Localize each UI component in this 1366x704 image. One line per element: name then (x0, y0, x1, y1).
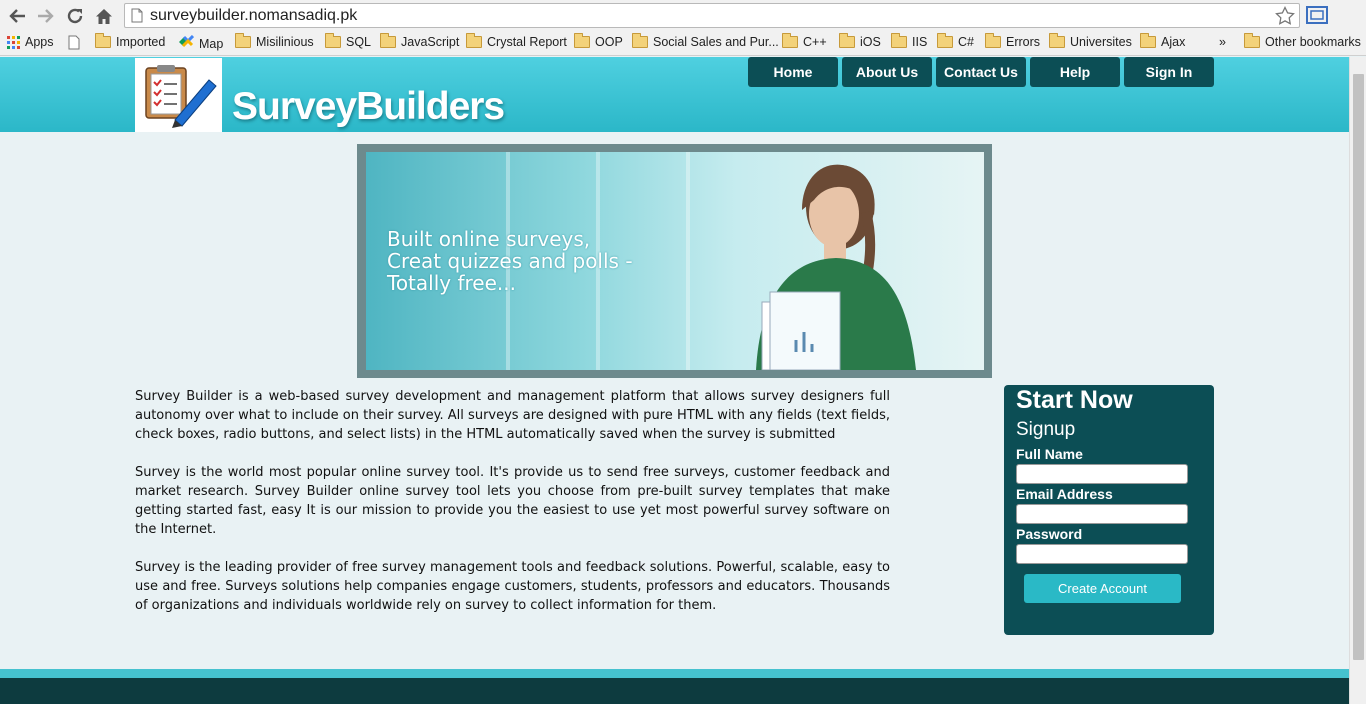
bookmark-crystal-report[interactable]: Crystal Report (465, 33, 567, 49)
bookmark-imported[interactable]: Imported (94, 33, 166, 49)
bookmark-label: Misilinious (256, 35, 314, 49)
folder-icon (379, 33, 396, 48)
website: SurveyBuilders Home About Us Contact Us … (0, 57, 1349, 704)
footer-accent (0, 669, 1349, 678)
folder-icon (936, 33, 953, 48)
bookmark-iis[interactable]: IIS (890, 33, 928, 49)
back-arrow-icon[interactable] (6, 5, 28, 27)
nav-help[interactable]: Help (1030, 57, 1120, 87)
intro-paragraph-1: Survey Builder is a web-based survey dev… (135, 389, 890, 442)
bookmarks-overflow-button[interactable]: » (1219, 35, 1226, 49)
bookmark-label: Errors (1006, 35, 1041, 49)
bookmark-csharp[interactable]: C# (936, 33, 974, 49)
email-label: Email Address (1016, 486, 1113, 502)
address-bar[interactable]: surveybuilder.nomansadiq.pk (124, 3, 1300, 28)
site-logo[interactable]: SurveyBuilders (232, 85, 505, 129)
hero-tagline: Built online surveys, Creat quizzes and … (387, 227, 633, 295)
bookmark-label: JavaScript (401, 35, 460, 49)
folder-icon (984, 33, 1001, 48)
folder-icon (838, 33, 855, 48)
folder-icon (324, 33, 341, 48)
hero-banner: Built online surveys, Creat quizzes and … (357, 144, 992, 378)
bookmark-label: SQL (346, 35, 372, 49)
bookmark-label: Apps (25, 35, 54, 49)
bookmark-label: Social Sales and Pur... (653, 35, 779, 49)
nav-about-us[interactable]: About Us (842, 57, 932, 87)
bookmark-label: Universites (1070, 35, 1132, 49)
bookmark-blank-page[interactable] (68, 35, 80, 53)
bookmark-sql[interactable]: SQL (324, 33, 372, 49)
nav-home[interactable]: Home (748, 57, 838, 87)
bookmark-label: C# (958, 35, 974, 49)
folder-icon (890, 33, 907, 48)
bookmark-label: C++ (803, 35, 827, 49)
home-icon[interactable] (93, 5, 115, 27)
forward-arrow-icon[interactable] (35, 5, 57, 27)
browser-toolbar: surveybuilder.nomansadiq.pk (0, 0, 1366, 31)
intro-paragraph-3: Survey is the leading provider of free s… (135, 560, 890, 613)
password-field[interactable] (1016, 544, 1188, 564)
bookmarks-bar: Apps Imported Map Misilinious SQL JavaSc… (0, 31, 1366, 56)
apps-grid-icon (7, 35, 20, 49)
bookmark-apps[interactable]: Apps (7, 35, 54, 49)
folder-icon (781, 33, 798, 48)
hero-image: Built online surveys, Creat quizzes and … (366, 152, 984, 370)
bookmark-javascript[interactable]: JavaScript (379, 33, 460, 49)
bookmark-social-sales[interactable]: Social Sales and Pur... (631, 33, 779, 49)
bookmark-misilinious[interactable]: Misilinious (234, 33, 314, 49)
folder-icon (1243, 33, 1260, 48)
maps-icon (178, 34, 195, 52)
bookmark-oop[interactable]: OOP (573, 33, 623, 49)
logo-image[interactable] (135, 58, 222, 132)
email-field[interactable] (1016, 504, 1188, 524)
cast-icon[interactable] (1306, 5, 1328, 29)
bookmark-cpp[interactable]: C++ (781, 33, 827, 49)
bookmark-ios[interactable]: iOS (838, 33, 881, 49)
folder-icon (465, 33, 482, 48)
bookmark-universites[interactable]: Universites (1048, 33, 1132, 49)
password-label: Password (1016, 526, 1083, 542)
bookmark-label: Map (199, 36, 224, 51)
bookmark-label: iOS (860, 35, 881, 49)
intro-paragraph-2: Survey is the world most popular online … (135, 465, 890, 537)
folder-icon (573, 33, 590, 48)
full-name-field[interactable] (1016, 464, 1188, 484)
folder-icon (234, 33, 251, 48)
scrollbar-thumb[interactable] (1353, 74, 1364, 660)
folder-icon (1139, 33, 1156, 48)
intro-text: Survey Builder is a web-based survey dev… (135, 387, 890, 634)
site-header: SurveyBuilders Home About Us Contact Us … (0, 57, 1349, 132)
site-footer (0, 678, 1349, 704)
bookmark-label: Imported (116, 35, 166, 49)
bookmark-label: Crystal Report (487, 35, 567, 49)
reload-icon[interactable] (64, 5, 86, 27)
bookmark-ajax[interactable]: Ajax (1139, 33, 1186, 49)
page-scrollbar[interactable] (1349, 57, 1366, 704)
bookmark-other-bookmarks[interactable]: Other bookmarks (1243, 33, 1361, 49)
signup-title: Start Now (1016, 386, 1133, 414)
page-icon (68, 35, 80, 53)
signup-panel: Start Now Signup Full Name Email Address… (1004, 385, 1214, 635)
bookmark-label: Other bookmarks (1265, 35, 1361, 49)
bookmark-label: IIS (912, 35, 928, 49)
nav-sign-in[interactable]: Sign In (1124, 57, 1214, 87)
nav-contact-us[interactable]: Contact Us (936, 57, 1026, 87)
folder-icon (1048, 33, 1065, 48)
bookmark-label: Ajax (1161, 35, 1186, 49)
page-icon (131, 8, 143, 27)
folder-icon (631, 33, 648, 48)
signup-subtitle: Signup (1016, 419, 1076, 440)
bookmark-star-icon[interactable] (1275, 6, 1295, 30)
bookmark-map[interactable]: Map (178, 34, 224, 52)
bookmark-errors[interactable]: Errors (984, 33, 1041, 49)
folder-icon (94, 33, 111, 48)
overflow-label: » (1219, 35, 1226, 49)
url-text[interactable]: surveybuilder.nomansadiq.pk (150, 7, 357, 25)
full-name-label: Full Name (1016, 446, 1083, 462)
create-account-button[interactable]: Create Account (1024, 574, 1181, 603)
bookmark-label: OOP (595, 35, 623, 49)
